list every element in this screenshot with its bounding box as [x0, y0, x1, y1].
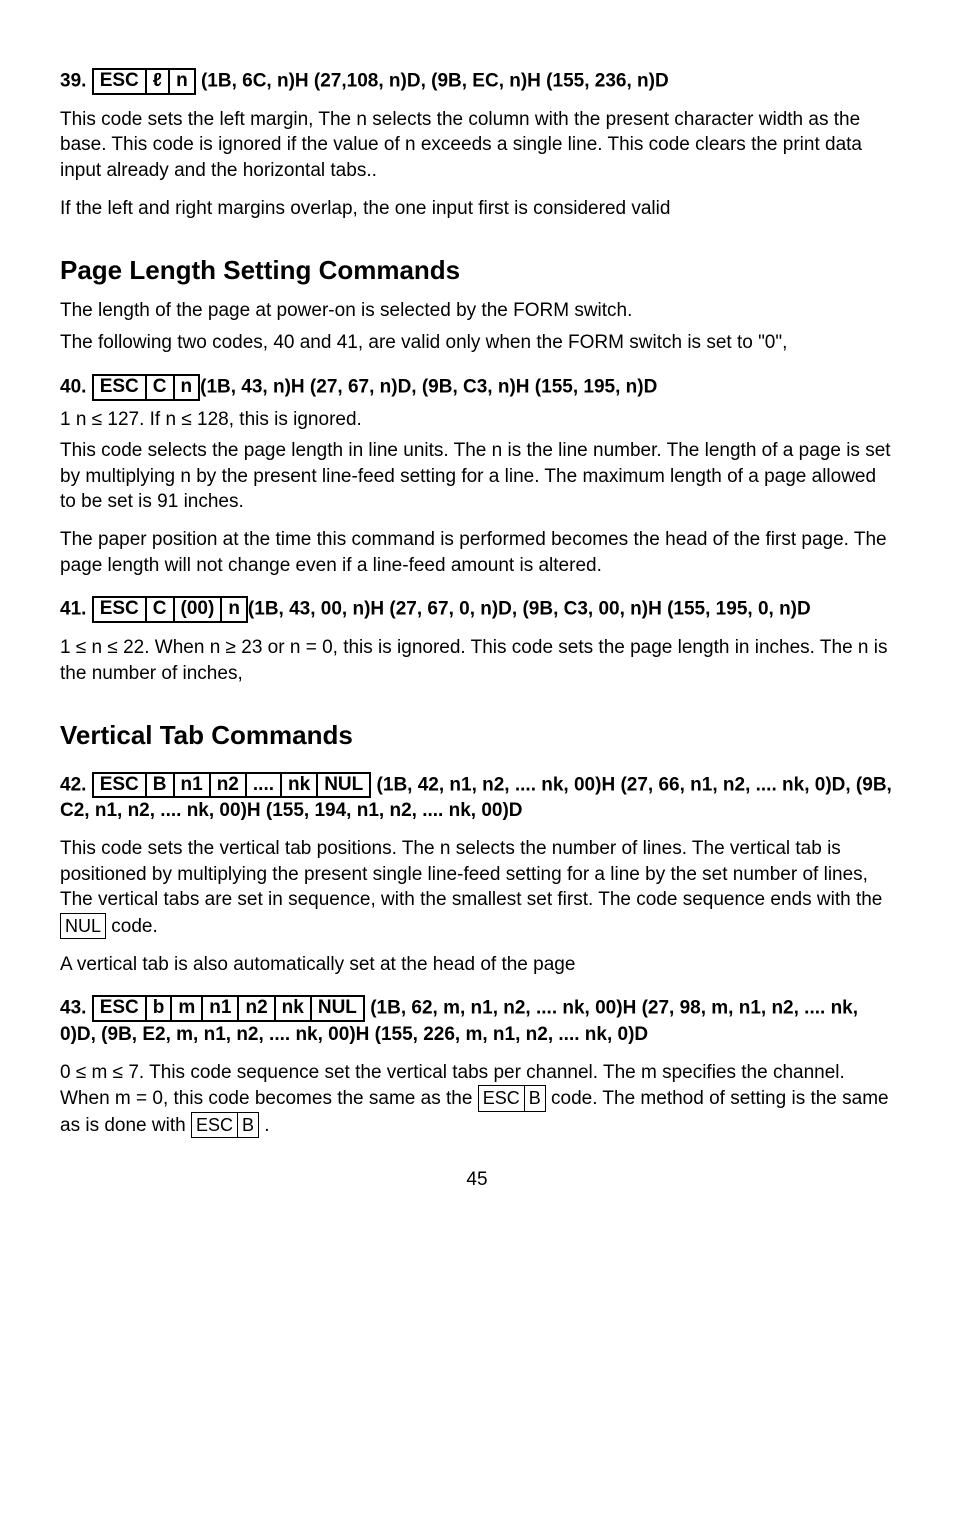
esc-l-n-box: ESC ℓ n — [92, 68, 196, 95]
esc-b-m-seq-box: ESC b m n1 n2 nk NUL — [92, 995, 365, 1022]
item-39-para-1: This code sets the left margin, The n se… — [60, 107, 894, 184]
page-number: 45 — [60, 1167, 894, 1193]
item-42-para-2: A vertical tab is also automatically set… — [60, 952, 894, 978]
item-40-codes: (1B, 43, n)H (27, 67, n)D, (9B, C3, n)H … — [200, 376, 657, 397]
item-43-header: 43. ESC b m n1 n2 nk NUL (1B, 62, m, n1,… — [60, 995, 894, 1047]
item-42-para-1: This code sets the vertical tab position… — [60, 836, 894, 940]
page-length-intro-2: The following two codes, 40 and 41, are … — [60, 330, 894, 356]
item-39-codes: (1B, 6C, n)H (27,108, n)D, (9B, EC, n)H … — [196, 70, 669, 91]
item-40-para-2: The paper position at the time this comm… — [60, 527, 894, 578]
esc-b-seq-box: ESC B n1 n2 .... nk NUL — [92, 772, 372, 799]
item-num: 41. — [60, 599, 86, 620]
nul-box: NUL — [60, 913, 106, 939]
item-num: 43. — [60, 998, 86, 1019]
item-41-para: 1 ≤ n ≤ 22. When n ≥ 23 or n = 0, this i… — [60, 635, 894, 686]
item-43-para: 0 ≤ m ≤ 7. This code sequence set the ve… — [60, 1060, 894, 1139]
item-40-header: 40. ESC C n (1B, 43, n)H (27, 67, n)D, (… — [60, 374, 894, 401]
item-num: 42. — [60, 774, 86, 795]
item-39-header: 39. ESC ℓ n (1B, 6C, n)H (27,108, n)D, (… — [60, 68, 894, 95]
item-num: 40. — [60, 376, 86, 397]
item-40-para-1: This code selects the page length in lin… — [60, 438, 894, 515]
page-length-heading: Page Length Setting Commands — [60, 253, 894, 288]
item-40-constraint: 1 n ≤ 127. If n ≤ 128, this is ignored. — [60, 407, 894, 433]
esc-c-00-n-box: ESC C (00) n — [92, 596, 248, 623]
vertical-tab-heading: Vertical Tab Commands — [60, 718, 894, 753]
esc-b-box-2: ESCB — [191, 1112, 259, 1138]
item-41-header: 41. ESC C (00) n (1B, 43, 00, n)H (27, 6… — [60, 596, 894, 623]
esc-c-n-box: ESC C n — [92, 374, 200, 401]
item-41-codes: (1B, 43, 00, n)H (27, 67, 0, n)D, (9B, C… — [248, 599, 811, 620]
item-42-header: 42. ESC B n1 n2 .... nk NUL (1B, 42, n1,… — [60, 772, 894, 824]
item-num: 39. — [60, 70, 86, 91]
esc-b-box-1: ESCB — [478, 1085, 546, 1111]
item-39-para-2: If the left and right margins overlap, t… — [60, 196, 894, 222]
page-length-intro-1: The length of the page at power-on is se… — [60, 298, 894, 324]
